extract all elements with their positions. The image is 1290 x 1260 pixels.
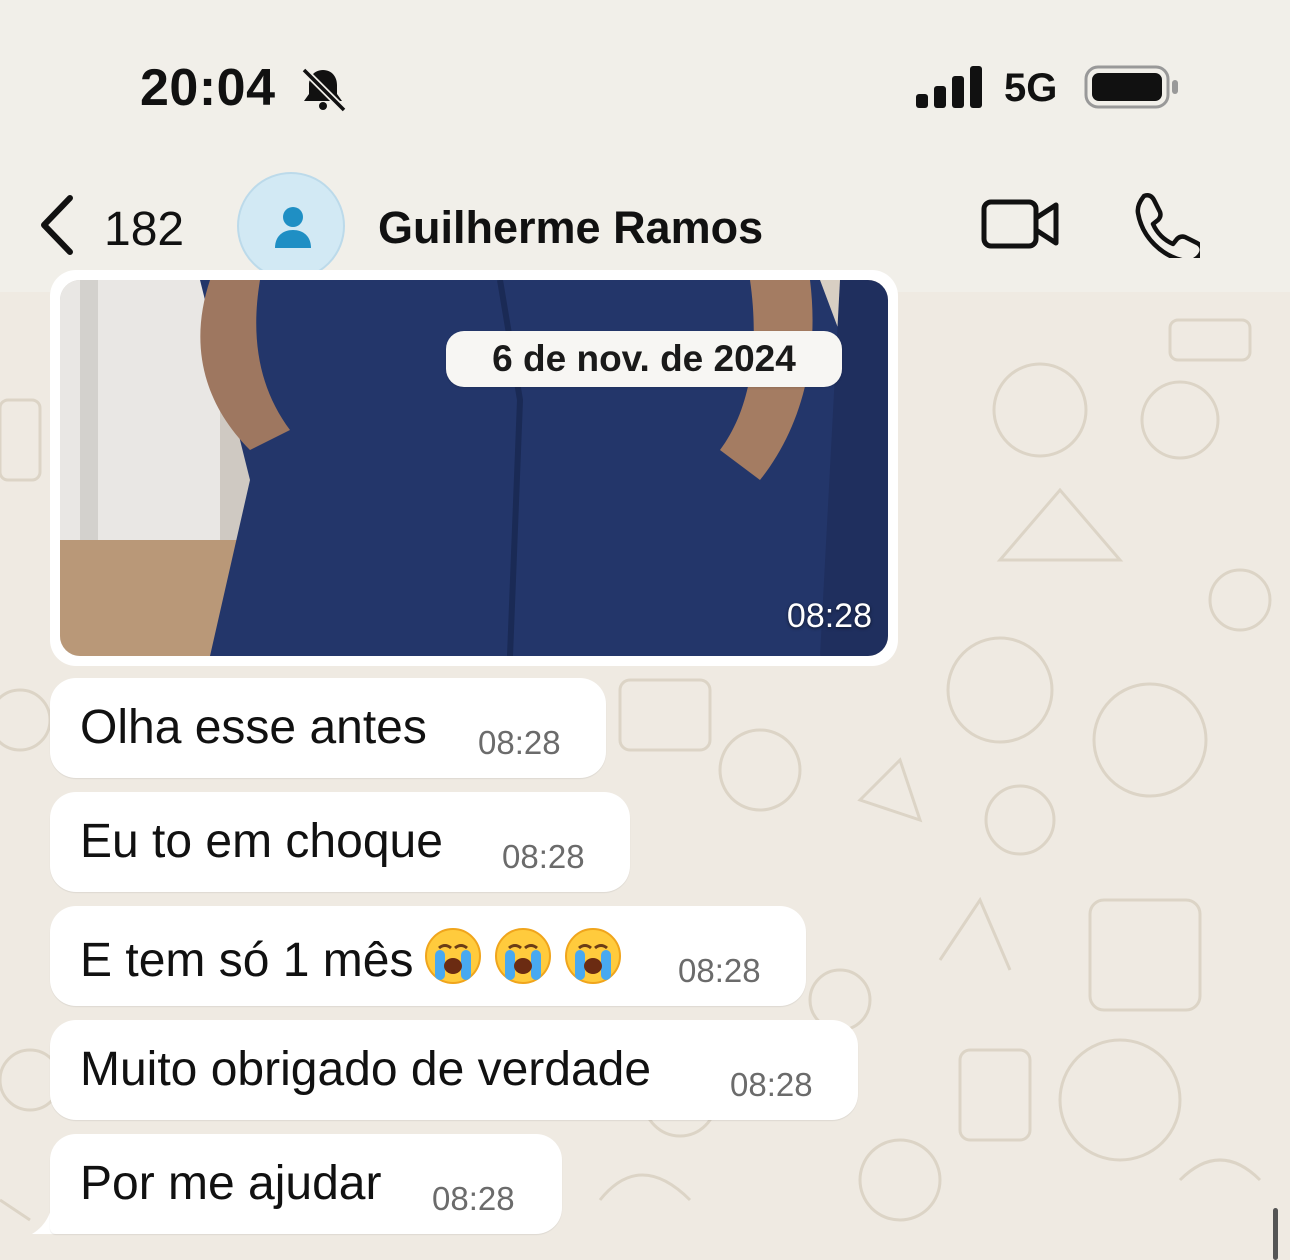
- date-separator: 6 de nov. de 2024: [446, 331, 842, 387]
- cellular-signal-icon: [916, 66, 982, 108]
- status-time: 20:04: [140, 59, 276, 117]
- message-text: Eu to em choque: [80, 815, 443, 868]
- phone-call-icon[interactable]: [1130, 192, 1200, 258]
- message-text: Por me ajudar: [80, 1157, 382, 1210]
- battery-icon: [1084, 65, 1178, 109]
- message-timestamp: 08:28: [678, 952, 761, 989]
- photo-message[interactable]: 08:28: [50, 270, 898, 666]
- message-bubble[interactable]: Olha esse antes 08:28: [50, 678, 606, 778]
- bell-muted-icon: [301, 67, 347, 112]
- back-chevron-icon[interactable]: [36, 194, 76, 256]
- message-timestamp: 08:28: [432, 1180, 515, 1217]
- message-bubble[interactable]: Muito obrigado de verdade 08:28: [50, 1020, 858, 1120]
- person-icon: [275, 207, 311, 248]
- network-type: 5G: [1004, 66, 1058, 110]
- message-text: Muito obrigado de verdade: [80, 1043, 652, 1096]
- message-text: Olha esse antes: [80, 701, 427, 754]
- message-bubble[interactable]: Por me ajudar 08:28: [50, 1134, 562, 1234]
- status-bar: 20:04 5G: [0, 0, 1290, 150]
- message-bubble[interactable]: E tem só 1 mês 08:28: [50, 906, 806, 1006]
- crying-face-icon: [495, 928, 552, 984]
- message-bubble[interactable]: Eu to em choque 08:28: [50, 792, 630, 892]
- message-timestamp: 08:28: [502, 838, 585, 875]
- contact-avatar[interactable]: [237, 172, 345, 280]
- unread-count[interactable]: 182: [104, 202, 184, 257]
- message-timestamp: 08:28: [730, 1066, 813, 1103]
- message-timestamp: 08:28: [478, 724, 561, 761]
- scrollbar[interactable]: [1273, 1208, 1278, 1260]
- crying-face-icon: [425, 928, 482, 984]
- message-text: E tem só 1 mês: [80, 934, 414, 987]
- crying-face-icon: [565, 928, 622, 984]
- video-call-icon[interactable]: [980, 196, 1060, 252]
- message-text-row: E tem só 1 mês: [80, 928, 623, 988]
- contact-name[interactable]: Guilherme Ramos: [378, 202, 763, 254]
- photo-timestamp: 08:28: [786, 597, 872, 635]
